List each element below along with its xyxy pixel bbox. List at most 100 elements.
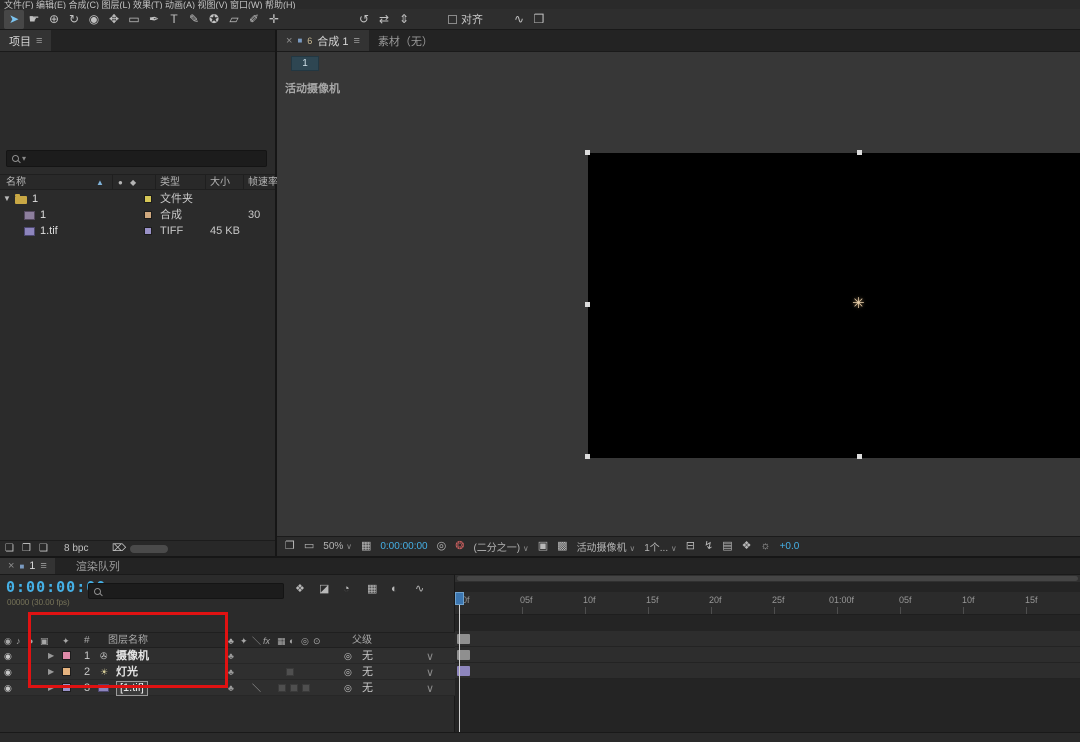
switch-box[interactable]: [278, 684, 286, 692]
selection-handle[interactable]: [585, 302, 590, 307]
interpret-footage-icon[interactable]: ❏: [5, 541, 14, 557]
dolly-camera-tool-icon[interactable]: ⇕: [394, 10, 414, 29]
parent-pickwhip-icon[interactable]: ◎: [344, 680, 352, 696]
project-row-folder[interactable]: ▼ 1 文件夹: [0, 191, 275, 207]
parent-dropdown[interactable]: 无: [362, 648, 373, 664]
orbit-tool-icon[interactable]: ↻: [64, 10, 84, 29]
motion-blur-column-icon[interactable]: ◐: [289, 633, 294, 649]
puppet-pin-tool-icon[interactable]: ✛: [264, 10, 284, 29]
tab-footage[interactable]: 素材（无）: [369, 30, 442, 51]
layer-name[interactable]: 灯光: [116, 664, 138, 680]
transparency-grid-icon[interactable]: ▩: [557, 541, 567, 552]
exposure-value[interactable]: +0.0: [780, 541, 800, 552]
switch-box[interactable]: [286, 668, 294, 676]
pen-tool-icon[interactable]: ✒: [144, 10, 164, 29]
preview-timecode[interactable]: 0:00:00:00: [380, 541, 427, 552]
adjustment-column-icon[interactable]: ◎: [301, 633, 309, 649]
column-fps[interactable]: 帧速率: [248, 175, 278, 191]
zoom-tool-icon[interactable]: ⊕: [44, 10, 64, 29]
selection-handle[interactable]: [585, 150, 590, 155]
flowchart-button-icon[interactable]: ❖: [742, 541, 752, 552]
fast-preview-icon[interactable]: ↯: [704, 541, 713, 552]
collapse-column-icon[interactable]: ✦: [240, 633, 248, 649]
layer-color-chip[interactable]: [62, 667, 71, 676]
switch-box[interactable]: [290, 684, 298, 692]
quality-switch[interactable]: ♣: [228, 648, 234, 664]
parent-column[interactable]: 父级: [352, 633, 372, 649]
frame-blend-column-icon[interactable]: ▦: [277, 633, 286, 649]
close-icon[interactable]: ×: [286, 35, 292, 47]
column-divider[interactable]: [243, 175, 244, 189]
panel-menu-icon[interactable]: ≡: [36, 35, 42, 47]
orbit-camera-tool-icon[interactable]: ↺: [354, 10, 374, 29]
timeline-right-pane[interactable]: 00f 05f 10f 15f 20f 25f 01:00f 05f 10f 1…: [455, 575, 1080, 732]
selection-handle[interactable]: [857, 150, 862, 155]
project-search-input[interactable]: ▾: [6, 150, 267, 167]
camera-view-dropdown[interactable]: 活动摄像机 ∨: [577, 539, 636, 554]
composition-viewer[interactable]: 1 活动摄像机 ✳: [277, 52, 1080, 536]
layer-expander[interactable]: ▶: [48, 680, 54, 696]
parent-dropdown[interactable]: 无: [362, 680, 373, 696]
layer-row-footage[interactable]: ◉ ▶ 3 [1.tif] ♣ ＼ ◎ 无 ∨: [0, 680, 455, 696]
layer-row-camera[interactable]: ◉ ▶ 1 ✇ 摄像机 ♣ ◎ 无 ∨: [0, 648, 455, 664]
clone-stamp-tool-icon[interactable]: ✪: [204, 10, 224, 29]
selection-handle[interactable]: [857, 454, 862, 459]
timeline-button-icon[interactable]: ▤: [722, 541, 732, 552]
visibility-toggle[interactable]: ◉: [4, 664, 12, 680]
horizontal-scrollbar-thumb[interactable]: [130, 545, 168, 553]
item-name[interactable]: 1: [40, 207, 46, 223]
chevron-down-icon[interactable]: ∨: [426, 665, 434, 681]
layer-expander[interactable]: ▶: [48, 664, 54, 680]
switch-box[interactable]: [302, 684, 310, 692]
view-layout-dropdown[interactable]: 1个... ∨: [644, 539, 677, 554]
label-column-icon[interactable]: ●: [118, 175, 123, 191]
mini-flowchart-icon[interactable]: ❖: [295, 584, 305, 595]
layer-name[interactable]: 摄像机: [116, 648, 149, 664]
shy-layers-icon[interactable]: ◔: [343, 584, 350, 595]
magnification-dropdown[interactable]: 50% ∨: [323, 541, 352, 552]
threed-column-icon[interactable]: ⊙: [313, 633, 321, 649]
viewer-layout-icon[interactable]: ❐: [285, 541, 295, 552]
layer-lane[interactable]: [455, 631, 1080, 647]
tab-project[interactable]: 项目 ≡: [0, 30, 51, 51]
layer-name-column[interactable]: 图层名称: [108, 633, 148, 649]
comp-navigator-tab[interactable]: 1: [291, 56, 319, 71]
current-time-indicator-handle[interactable]: [455, 592, 464, 605]
column-size[interactable]: 大小: [210, 175, 230, 191]
search-caret-icon[interactable]: ▾: [22, 154, 26, 163]
unified-camera-tool-icon[interactable]: ◉: [84, 10, 104, 29]
text-tool-icon[interactable]: T: [164, 10, 184, 29]
layer-row-light[interactable]: ◉ ▶ 2 ☀ 灯光 ♣ ◎ 无 ∨: [0, 664, 455, 680]
bit-depth-button[interactable]: 8 bpc: [64, 541, 88, 557]
motion-sketch-icon[interactable]: ∿: [509, 10, 529, 29]
region-icon[interactable]: ❒: [529, 10, 549, 29]
composition-frame[interactable]: ✳: [588, 153, 1080, 458]
pan-camera-tool-icon[interactable]: ⇄: [374, 10, 394, 29]
label-color-chip[interactable]: [144, 211, 152, 219]
motion-blur-icon[interactable]: ◐: [391, 584, 398, 595]
align-checkbox[interactable]: [448, 15, 457, 24]
column-divider[interactable]: [205, 175, 206, 189]
snap-align-toggle[interactable]: 对齐: [448, 11, 483, 27]
project-row-comp[interactable]: 1 合成 30: [0, 207, 275, 223]
roto-brush-tool-icon[interactable]: ✐: [244, 10, 264, 29]
parent-dropdown[interactable]: 无: [362, 664, 373, 680]
panel-menu-icon[interactable]: ≡: [353, 35, 359, 47]
parent-pickwhip-icon[interactable]: ◎: [344, 648, 352, 664]
new-folder-icon[interactable]: ❒: [22, 541, 31, 557]
second-viewer-icon[interactable]: ▭: [304, 541, 314, 552]
selection-handle[interactable]: [585, 454, 590, 459]
time-navigator-thumb[interactable]: [457, 576, 1078, 581]
pan-behind-tool-icon[interactable]: ✥: [104, 10, 124, 29]
time-navigator[interactable]: [455, 575, 1080, 582]
column-type[interactable]: 类型: [160, 175, 180, 191]
panel-menu-icon[interactable]: ≡: [40, 560, 46, 572]
quality-switch[interactable]: ♣: [228, 680, 234, 696]
frame-blending-icon[interactable]: ▦: [367, 584, 377, 595]
favorite-column-icon[interactable]: ◆: [130, 175, 136, 191]
graph-editor-icon[interactable]: ∿: [415, 584, 424, 595]
snapshot-icon[interactable]: ◎: [437, 541, 447, 552]
quality-slash-switch[interactable]: ＼: [252, 680, 261, 696]
visibility-toggle[interactable]: ◉: [4, 648, 12, 664]
solo-column-icon[interactable]: ●: [28, 633, 33, 649]
